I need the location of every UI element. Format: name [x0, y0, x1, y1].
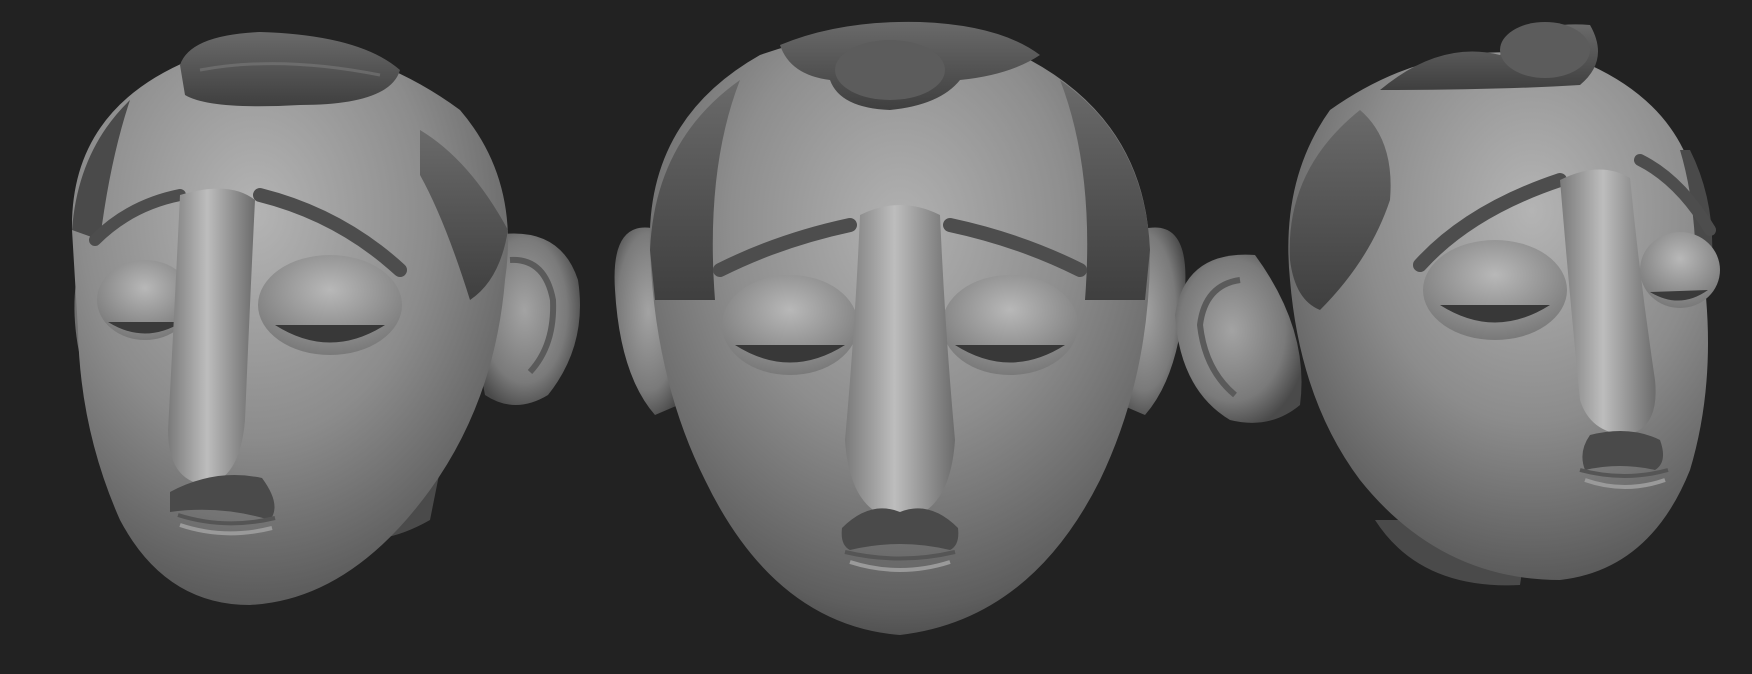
mustache [1582, 431, 1664, 470]
render-canvas [71, 21, 1720, 635]
nose [168, 188, 255, 486]
head-view-three-quarter-left [71, 32, 580, 606]
head-view-three-quarter-right [1175, 22, 1720, 586]
head-view-front [614, 21, 1186, 635]
eyelid-left [1423, 240, 1567, 340]
sculpt-render-viewport [0, 0, 1752, 674]
nose [845, 205, 955, 520]
